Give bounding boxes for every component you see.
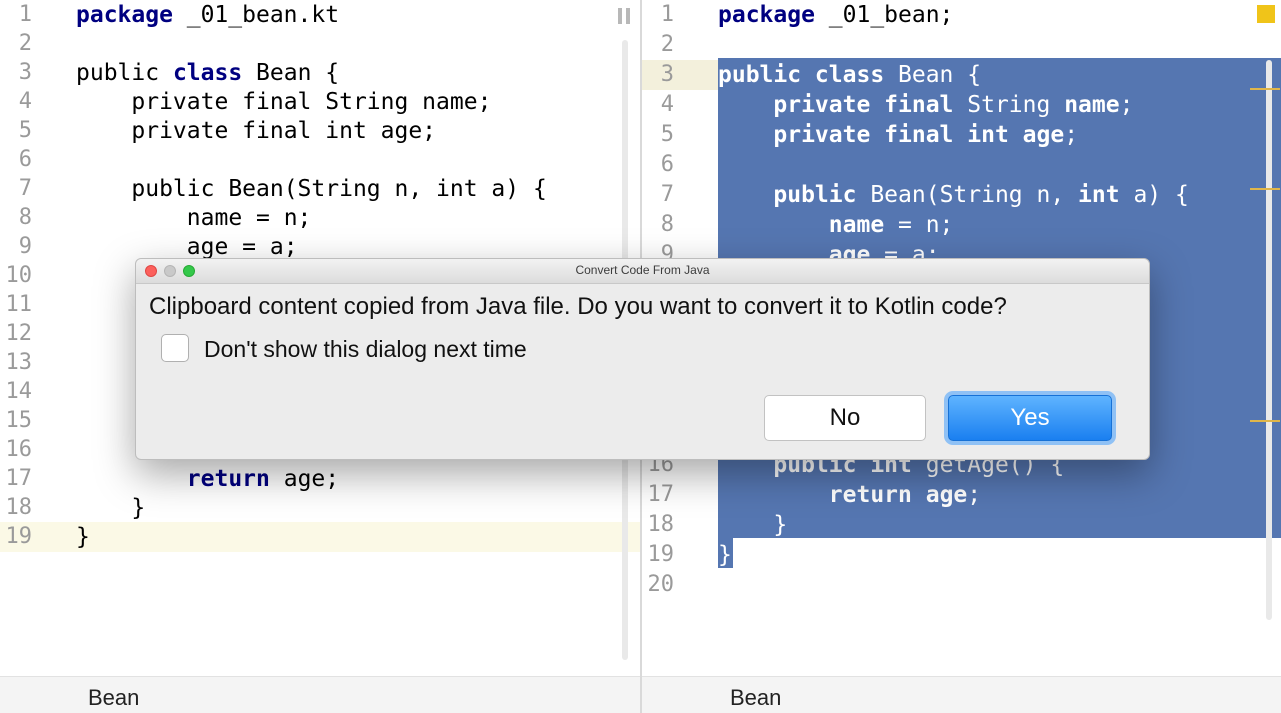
code-line[interactable]: 1 package _01_bean; <box>642 0 1281 30</box>
line-number: 5 <box>18 118 32 143</box>
line-number: 2 <box>18 31 32 56</box>
right-breadcrumb[interactable]: Bean <box>730 685 781 711</box>
code-text[interactable]: private final int age; <box>718 120 1078 150</box>
dialog-message: Clipboard content copied from Java file.… <box>149 293 1007 320</box>
change-marker[interactable] <box>1250 88 1280 90</box>
code-text[interactable]: package _01_bean.kt <box>76 0 339 30</box>
dont-show-again-label[interactable]: Don't show this dialog next time <box>204 336 527 363</box>
dont-show-again-checkbox[interactable] <box>161 334 189 362</box>
line-number: 16 <box>5 437 33 462</box>
line-number: 14 <box>5 379 33 404</box>
line-number: 12 <box>5 321 33 346</box>
line-number: 13 <box>5 350 33 375</box>
line-number: 7 <box>18 176 32 201</box>
pause-icon[interactable] <box>618 8 632 24</box>
code-line[interactable]: 6 <box>642 150 1281 180</box>
code-text[interactable]: package _01_bean; <box>718 0 953 30</box>
code-line[interactable]: 19} <box>642 540 1281 570</box>
code-line[interactable]: 2 <box>0 29 640 59</box>
line-number: 18 <box>5 495 33 520</box>
code-line[interactable]: 2 <box>642 30 1281 60</box>
code-text[interactable]: private final String name; <box>718 90 1133 120</box>
line-number: 8 <box>660 212 674 237</box>
code-line[interactable]: 3 public class Bean { <box>0 58 640 88</box>
line-number: 17 <box>5 466 33 491</box>
code-line[interactable]: 7 public Bean(String n, int a) { <box>642 180 1281 210</box>
code-line[interactable]: 5 private final int age; <box>0 116 640 146</box>
code-text[interactable]: } <box>76 522 90 552</box>
left-status-bar: Bean <box>0 676 640 713</box>
code-line[interactable]: 6 <box>0 145 640 175</box>
code-text[interactable]: private final String name; <box>76 87 491 117</box>
line-number: 4 <box>660 92 674 117</box>
code-text[interactable]: return age; <box>718 480 981 510</box>
code-text[interactable]: name = n; <box>718 210 954 240</box>
convert-dialog: Convert Code From Java Clipboard content… <box>135 258 1150 460</box>
code-text[interactable]: public Bean(String n, int a) { <box>718 180 1188 210</box>
line-number: 7 <box>660 182 674 207</box>
code-text[interactable]: } <box>718 540 732 570</box>
dialog-title: Convert Code From Java <box>575 263 710 277</box>
code-line[interactable]: 4 private final String name; <box>642 90 1281 120</box>
line-number: 5 <box>660 122 674 147</box>
line-number: 6 <box>18 147 32 172</box>
code-line[interactable]: 3 public class Bean { <box>642 60 981 90</box>
code-text[interactable]: public Bean(String n, int a) { <box>76 174 546 204</box>
line-number: 19 <box>5 524 33 549</box>
line-number: 20 <box>647 572 675 597</box>
code-text[interactable]: } <box>718 510 787 540</box>
line-number: 9 <box>18 234 32 259</box>
line-number: 11 <box>5 292 33 317</box>
code-line[interactable]: 20 <box>642 570 1281 600</box>
line-number: 4 <box>18 89 32 114</box>
code-text[interactable]: } <box>76 493 145 523</box>
code-text[interactable]: name = n; <box>76 203 312 233</box>
line-number: 8 <box>18 205 32 230</box>
line-number: 2 <box>660 32 674 57</box>
code-line[interactable]: 17 return age; <box>0 464 640 494</box>
warning-indicator-icon[interactable] <box>1257 5 1275 23</box>
line-number: 6 <box>660 152 674 177</box>
line-number: 15 <box>5 408 33 433</box>
right-scrollbar[interactable] <box>1266 60 1272 620</box>
code-line[interactable]: 8 name = n; <box>0 203 640 233</box>
code-text[interactable]: private final int age; <box>76 116 436 146</box>
change-marker[interactable] <box>1250 420 1280 422</box>
no-button[interactable]: No <box>764 395 926 441</box>
yes-button[interactable]: Yes <box>948 395 1112 441</box>
code-text[interactable]: public class Bean { <box>718 60 981 90</box>
line-number: 3 <box>18 60 32 85</box>
code-line[interactable]: 18 } <box>0 493 640 523</box>
line-number: 3 <box>660 62 674 87</box>
line-number: 17 <box>647 482 675 507</box>
code-text[interactable]: public class Bean { <box>76 58 339 88</box>
change-marker[interactable] <box>1250 188 1280 190</box>
right-status-bar: Bean <box>642 676 1281 713</box>
code-line[interactable]: 8 name = n; <box>642 210 1281 240</box>
code-line[interactable]: 17 return age; <box>642 480 1281 510</box>
line-number: 1 <box>660 2 674 27</box>
line-number: 19 <box>647 542 675 567</box>
line-number: 10 <box>5 263 33 288</box>
line-number: 18 <box>647 512 675 537</box>
code-line[interactable]: 19} <box>0 522 640 552</box>
dialog-titlebar: Convert Code From Java <box>136 259 1149 284</box>
code-line[interactable]: 18 } <box>642 510 1281 540</box>
left-breadcrumb[interactable]: Bean <box>88 685 139 711</box>
code-line[interactable]: 5 private final int age; <box>642 120 1281 150</box>
code-line[interactable]: 7 public Bean(String n, int a) { <box>0 174 640 204</box>
code-line[interactable]: 4 private final String name; <box>0 87 640 117</box>
line-number: 1 <box>18 2 32 27</box>
code-text[interactable]: return age; <box>76 464 339 494</box>
code-line[interactable]: 1 package _01_bean.kt <box>0 0 640 30</box>
